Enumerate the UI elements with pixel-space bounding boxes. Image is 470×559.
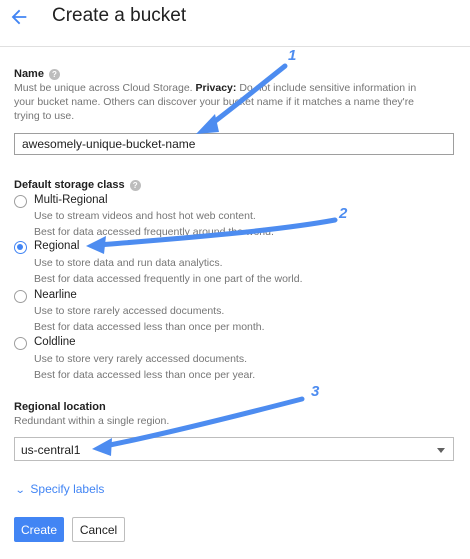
radio-label: Coldline <box>34 336 76 348</box>
page-title: Create a bucket <box>52 5 187 26</box>
page-header: Create a bucket <box>0 0 470 34</box>
bucket-name-input[interactable] <box>14 133 454 155</box>
name-label: Name? <box>14 68 60 80</box>
specify-labels-text: Specify labels <box>30 482 105 496</box>
dropdown-caret-icon <box>437 448 445 453</box>
radio-label: Multi-Regional <box>34 194 108 206</box>
name-label-text: Name <box>14 68 44 80</box>
annotation-number: 3 <box>311 383 320 400</box>
radio-desc-line: Best for data accessed less than once pe… <box>34 369 256 381</box>
cancel-button[interactable]: Cancel <box>72 517 125 542</box>
radio-desc-line: Best for data accessed frequently in one… <box>34 273 303 285</box>
radio-button[interactable] <box>14 337 27 350</box>
arrow-back-icon[interactable] <box>8 6 30 28</box>
name-description: Must be unique across Cloud Storage. Pri… <box>14 81 416 123</box>
radio-desc-line: Use to store data and run data analytics… <box>34 257 223 269</box>
radio-desc-line: Use to store very rarely accessed docume… <box>34 353 248 365</box>
radio-desc: Use to store rarely accessed documents. … <box>34 303 265 335</box>
chevron-down-icon: ⌄ <box>14 485 26 496</box>
radio-desc-line: Best for data accessed less than once pe… <box>34 321 265 333</box>
help-icon[interactable]: ? <box>48 69 60 80</box>
radio-desc: Use to stream videos and host hot web co… <box>34 208 274 240</box>
create-button[interactable]: Create <box>14 517 64 542</box>
radio-label: Regional <box>34 240 80 252</box>
radio-desc-line: Best for data accessed frequently around… <box>34 226 274 238</box>
name-desc-line3: trying to use. <box>14 110 75 122</box>
regional-location-label: Regional location <box>14 401 106 413</box>
annotation-number: 2 <box>338 205 348 222</box>
storage-class-label: Default storage class? <box>14 179 141 191</box>
radio-desc-line: Use to stream videos and host hot web co… <box>34 210 256 222</box>
radio-button[interactable] <box>14 290 27 303</box>
regional-location-desc: Redundant within a single region. <box>14 415 170 427</box>
name-desc-line2: your bucket name. Others can discover yo… <box>14 96 415 108</box>
radio-label: Nearline <box>34 289 77 301</box>
radio-desc: Use to store very rarely accessed docume… <box>34 351 255 383</box>
regional-location-select[interactable]: us-central1 <box>14 437 454 461</box>
select-value: us-central1 <box>21 443 81 457</box>
header-divider <box>0 46 470 47</box>
radio-button[interactable] <box>14 195 27 208</box>
storage-class-label-text: Default storage class <box>14 179 125 191</box>
radio-button-checked[interactable] <box>14 241 27 254</box>
annotation-number: 1 <box>288 47 296 64</box>
name-desc-line1: Must be unique across Cloud Storage. <box>14 82 193 94</box>
privacy-label: Privacy: <box>195 82 237 94</box>
radio-desc: Use to store data and run data analytics… <box>34 255 303 287</box>
specify-labels-link[interactable]: ⌄ Specify labels <box>14 482 105 496</box>
name-desc-line1-rest: Do not include sensitive information in <box>239 82 417 94</box>
help-icon[interactable]: ? <box>129 180 141 191</box>
radio-desc-line: Use to store rarely accessed documents. <box>34 305 225 317</box>
